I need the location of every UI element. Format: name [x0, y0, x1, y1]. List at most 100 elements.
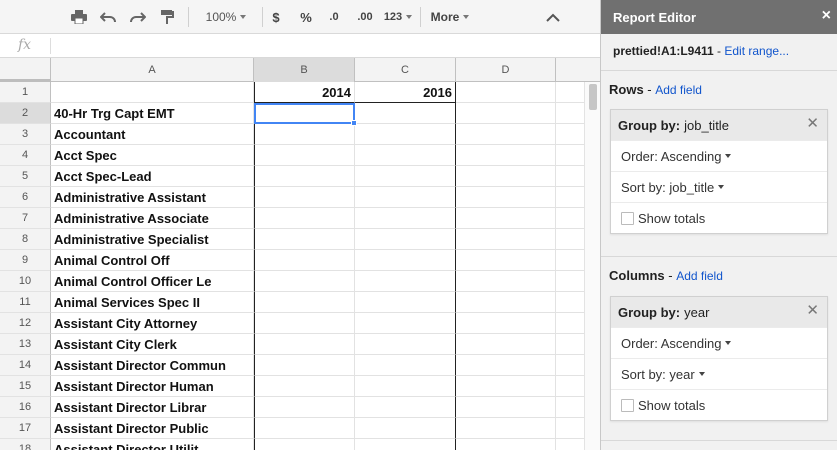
decrease-decimal-button[interactable]: .0 — [322, 0, 346, 34]
cell-b8[interactable] — [254, 229, 355, 250]
paint-format-icon[interactable] — [156, 0, 178, 34]
column-header-c[interactable]: C — [355, 58, 456, 82]
cell-d16[interactable] — [456, 397, 556, 418]
cell-b17[interactable] — [254, 418, 355, 439]
remove-field-icon[interactable]: ✕ — [806, 116, 819, 132]
cell-b5[interactable] — [254, 166, 355, 187]
cell-a7[interactable]: Administrative Associate — [51, 208, 254, 229]
select-all-corner[interactable] — [0, 58, 51, 83]
cell-b10[interactable] — [254, 271, 355, 292]
cell-a5[interactable]: Acct Spec-Lead — [51, 166, 254, 187]
checkbox-icon[interactable] — [621, 211, 634, 225]
cell-a17[interactable]: Assistant Director Public — [51, 418, 254, 439]
cell-d1[interactable] — [456, 82, 556, 103]
cell-d5[interactable] — [456, 166, 556, 187]
show-totals-checkbox[interactable]: Show totals — [611, 389, 827, 420]
cell-d14[interactable] — [456, 355, 556, 376]
cell-b7[interactable] — [254, 208, 355, 229]
row-header[interactable]: 18 — [0, 439, 51, 450]
fill-handle[interactable] — [351, 120, 357, 126]
cell-b6[interactable] — [254, 187, 355, 208]
row-header[interactable]: 6 — [0, 187, 51, 208]
cell-b12[interactable] — [254, 313, 355, 334]
cell-d7[interactable] — [456, 208, 556, 229]
cell-a8[interactable]: Administrative Specialist — [51, 229, 254, 250]
cell-d12[interactable] — [456, 313, 556, 334]
cell-c12[interactable] — [355, 313, 456, 334]
row-header[interactable]: 15 — [0, 376, 51, 397]
redo-icon[interactable] — [127, 0, 149, 34]
sort-by-select[interactable]: Sort by: year — [611, 358, 827, 389]
undo-icon[interactable] — [97, 0, 119, 34]
cell-a14[interactable]: Assistant Director Commun — [51, 355, 254, 376]
remove-field-icon[interactable]: ✕ — [806, 303, 819, 319]
cell-a18[interactable]: Assistant Director Utilit — [51, 439, 254, 450]
cell-b15[interactable] — [254, 376, 355, 397]
cell-c9[interactable] — [355, 250, 456, 271]
row-header[interactable]: 4 — [0, 145, 51, 166]
cell-d17[interactable] — [456, 418, 556, 439]
cell-d10[interactable] — [456, 271, 556, 292]
cell-d2[interactable] — [456, 103, 556, 124]
column-header-b[interactable]: B — [254, 58, 355, 82]
cell-c5[interactable] — [355, 166, 456, 187]
cell-c3[interactable] — [355, 124, 456, 145]
cell-c1[interactable]: 2016 — [355, 82, 456, 103]
row-header[interactable]: 14 — [0, 355, 51, 376]
row-header[interactable]: 1 — [0, 82, 51, 103]
cell-b4[interactable] — [254, 145, 355, 166]
close-icon[interactable]: × — [822, 8, 831, 24]
row-header[interactable]: 13 — [0, 334, 51, 355]
column-header-a[interactable]: A — [51, 58, 254, 82]
more-formats-select[interactable]: 123 — [382, 0, 414, 34]
row-header[interactable]: 8 — [0, 229, 51, 250]
order-select[interactable]: Order: Ascending — [611, 327, 827, 358]
order-select[interactable]: Order: Ascending — [611, 140, 827, 171]
cell-b9[interactable] — [254, 250, 355, 271]
cell-c18[interactable] — [355, 439, 456, 450]
cell-b11[interactable] — [254, 292, 355, 313]
row-header[interactable]: 5 — [0, 166, 51, 187]
cell-a2[interactable]: 40-Hr Trg Capt EMT — [51, 103, 254, 124]
cell-a10[interactable]: Animal Control Officer Le — [51, 271, 254, 292]
cell-d4[interactable] — [456, 145, 556, 166]
cell-c13[interactable] — [355, 334, 456, 355]
edit-range-link[interactable]: Edit range... — [724, 44, 789, 58]
row-header[interactable]: 16 — [0, 397, 51, 418]
cell-a6[interactable]: Administrative Assistant — [51, 187, 254, 208]
row-header[interactable]: 12 — [0, 313, 51, 334]
row-header[interactable]: 9 — [0, 250, 51, 271]
cell-a4[interactable]: Acct Spec — [51, 145, 254, 166]
row-header[interactable]: 17 — [0, 418, 51, 439]
formula-input[interactable] — [60, 37, 590, 55]
cell-a3[interactable]: Accountant — [51, 124, 254, 145]
cell-c10[interactable] — [355, 271, 456, 292]
row-header[interactable]: 7 — [0, 208, 51, 229]
cell-c14[interactable] — [355, 355, 456, 376]
zoom-select[interactable]: 100% — [196, 0, 256, 34]
increase-decimal-button[interactable]: .00 — [352, 0, 378, 34]
row-header[interactable]: 2 — [0, 103, 51, 124]
cell-d13[interactable] — [456, 334, 556, 355]
cell-a13[interactable]: Assistant City Clerk — [51, 334, 254, 355]
scrollbar-thumb[interactable] — [589, 84, 597, 110]
cell-a15[interactable]: Assistant Director Human — [51, 376, 254, 397]
cell-d18[interactable] — [456, 439, 556, 450]
more-menu-button[interactable]: More — [428, 0, 472, 34]
cell-d9[interactable] — [456, 250, 556, 271]
cell-a9[interactable]: Animal Control Off — [51, 250, 254, 271]
cell-c15[interactable] — [355, 376, 456, 397]
row-header[interactable]: 3 — [0, 124, 51, 145]
cell-a12[interactable]: Assistant City Attorney — [51, 313, 254, 334]
cell-c6[interactable] — [355, 187, 456, 208]
cell-b1[interactable]: 2014 — [254, 82, 355, 103]
cell-a11[interactable]: Animal Services Spec II — [51, 292, 254, 313]
column-header-d[interactable]: D — [456, 58, 556, 82]
cell-a16[interactable]: Assistant Director Librar — [51, 397, 254, 418]
show-totals-checkbox[interactable]: Show totals — [611, 202, 827, 233]
cell-d6[interactable] — [456, 187, 556, 208]
cell-d3[interactable] — [456, 124, 556, 145]
percent-format-button[interactable]: % — [296, 0, 316, 34]
cell-c17[interactable] — [355, 418, 456, 439]
collapse-toolbar-icon[interactable] — [542, 0, 564, 34]
